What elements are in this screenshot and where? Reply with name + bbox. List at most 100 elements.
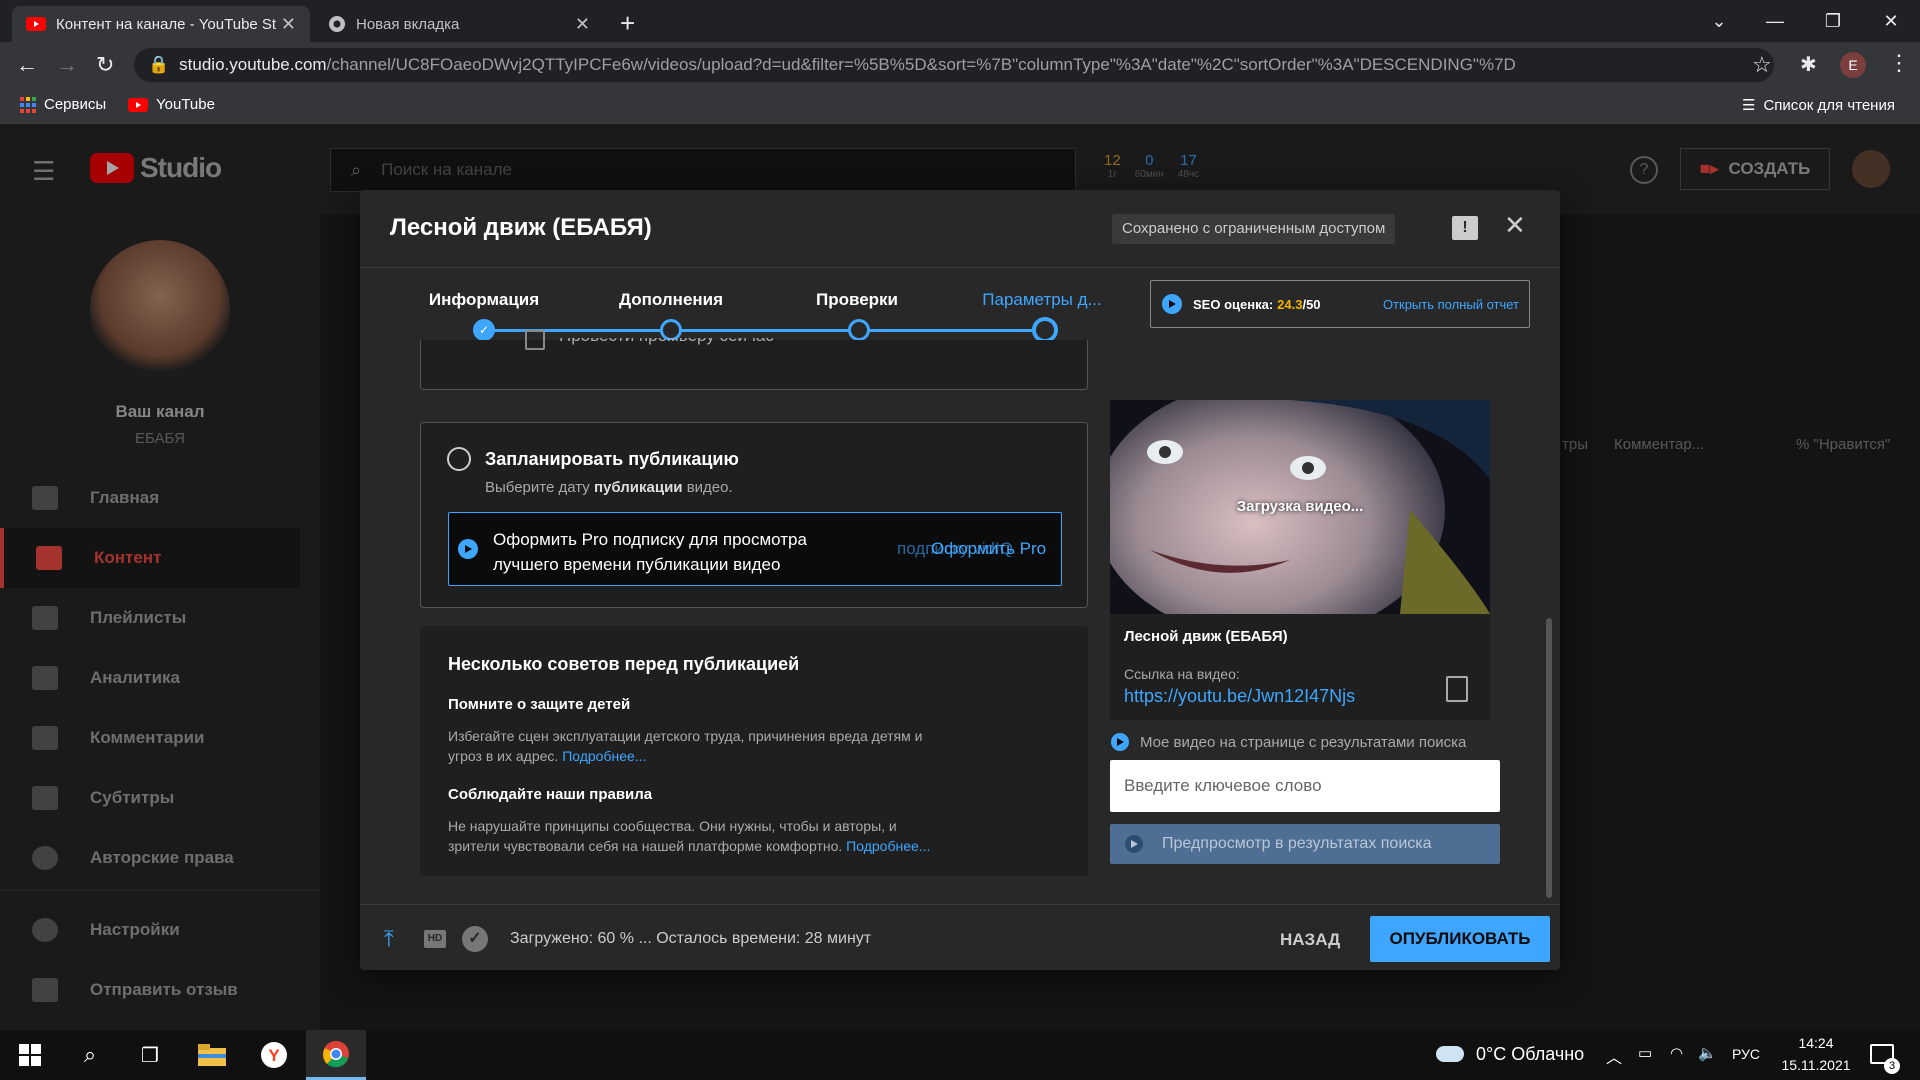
step-dot[interactable] bbox=[660, 319, 682, 341]
pro-banner-line: Оформить Pro подписку для просмотра bbox=[493, 530, 807, 549]
tab-new-tab[interactable]: Новая вкладка ✕ bbox=[314, 6, 604, 42]
tab-search-icon[interactable]: ⌄ bbox=[1694, 6, 1744, 36]
pro-subscribe-link[interactable]: Оформить Pro bbox=[931, 539, 1046, 559]
clock-date[interactable]: 15.11.2021 bbox=[1770, 1057, 1862, 1073]
step-dot[interactable] bbox=[848, 319, 870, 341]
windows-start-icon[interactable] bbox=[0, 1030, 60, 1080]
tip-title: Помните о защите детей bbox=[448, 696, 631, 713]
close-window-button[interactable]: ✕ bbox=[1866, 6, 1916, 36]
tip-title: Соблюдайте наши правила bbox=[448, 786, 653, 803]
clock-time[interactable]: 14:24 bbox=[1776, 1035, 1856, 1051]
close-icon[interactable]: ✕ bbox=[1504, 210, 1526, 241]
step-done-check-icon[interactable]: ✓ bbox=[473, 319, 495, 341]
weather-text[interactable]: 0°C Облачно bbox=[1476, 1044, 1584, 1065]
publish-button[interactable]: ОПУБЛИКОВАТЬ bbox=[1370, 916, 1550, 962]
saved-status-badge: Сохранено с ограниченным доступом bbox=[1112, 214, 1396, 244]
premiere-card: Провести премьеру сейчас bbox=[420, 330, 1088, 390]
chrome-favicon-icon bbox=[328, 15, 346, 33]
menu-kebab-icon[interactable]: ⋮ bbox=[1888, 50, 1910, 76]
vidiq-icon bbox=[1124, 834, 1144, 854]
language-indicator[interactable]: РУС bbox=[1732, 1046, 1760, 1062]
search-icon[interactable]: ⌕ bbox=[60, 1030, 120, 1080]
bookmark-services[interactable]: Сервисы bbox=[20, 96, 106, 113]
chrome-icon[interactable] bbox=[306, 1030, 366, 1080]
seo-report-link[interactable]: Открыть полный отчет bbox=[1383, 297, 1519, 312]
close-tab-icon[interactable]: ✕ bbox=[281, 14, 296, 35]
pro-banner-line: лучшего времени публикации видео bbox=[493, 555, 781, 574]
tray-chevron-icon[interactable]: ︿ bbox=[1606, 1044, 1622, 1068]
preview-search-button[interactable]: Предпросмотр в результатах поиска bbox=[1110, 824, 1500, 864]
step-details[interactable]: Информация bbox=[394, 290, 574, 310]
seo-label: SEO оценка: bbox=[1193, 296, 1274, 312]
copy-icon[interactable] bbox=[1446, 676, 1468, 702]
feedback-icon[interactable]: ! bbox=[1452, 216, 1478, 240]
close-tab-icon[interactable]: ✕ bbox=[575, 14, 590, 35]
reading-list-icon: ☰ bbox=[1742, 97, 1756, 114]
seo-max: /50 bbox=[1302, 296, 1321, 312]
reading-list-button[interactable]: ☰ Список для чтения bbox=[1742, 96, 1895, 115]
reading-list-label: Список для чтения bbox=[1763, 96, 1895, 114]
tab-title: Новая вкладка bbox=[356, 15, 460, 33]
task-view-icon[interactable]: ❐ bbox=[120, 1030, 180, 1080]
wifi-icon[interactable]: ◠ bbox=[1670, 1044, 1683, 1062]
upload-icon: ⤒ bbox=[384, 926, 394, 951]
profile-avatar[interactable]: E bbox=[1840, 52, 1866, 78]
dialog-scrollbar[interactable] bbox=[1546, 618, 1552, 898]
url-host: studio.youtube.com bbox=[179, 55, 327, 74]
loading-text: Загрузка видео... bbox=[1236, 498, 1364, 515]
file-explorer-icon[interactable] bbox=[182, 1030, 242, 1080]
stepper-line bbox=[484, 329, 1048, 332]
tip-text-line: угроз в их адрес. bbox=[448, 748, 559, 764]
video-preview-card: Загрузка видео... Лесной движ (ЕБАБЯ) Сс… bbox=[1110, 400, 1490, 720]
checks-done-icon: ✓ bbox=[462, 926, 488, 952]
notification-count-badge: 3 bbox=[1884, 1058, 1900, 1074]
video-thumbnail: Загрузка видео... bbox=[1110, 400, 1490, 614]
vidiq-icon bbox=[457, 538, 479, 560]
schedule-radio[interactable] bbox=[447, 447, 471, 471]
seo-score-box: SEO оценка: 24.3 /50 Открыть полный отче… bbox=[1150, 280, 1530, 328]
step-visibility[interactable]: Параметры д... bbox=[952, 290, 1132, 310]
video-link[interactable]: https://youtu.be/Jwn12I47Njs bbox=[1124, 686, 1355, 707]
reload-icon[interactable]: ↻ bbox=[96, 52, 114, 78]
tip-text: Избегайте сцен эксплуатации детского тру… bbox=[448, 726, 922, 766]
forward-icon[interactable]: → bbox=[56, 52, 78, 78]
upload-status: Загружено: 60 % ... Осталось времени: 28… bbox=[510, 930, 872, 947]
battery-icon[interactable]: ▭ bbox=[1638, 1044, 1652, 1062]
extensions-icon[interactable]: ✱ bbox=[1800, 52, 1817, 77]
bookmarks-bar bbox=[0, 88, 1920, 124]
back-icon[interactable]: ← bbox=[16, 52, 38, 78]
vidiq-icon bbox=[1110, 732, 1130, 752]
keyword-input[interactable]: Введите ключевое слово bbox=[1110, 760, 1500, 812]
address-bar[interactable]: 🔒 studio.youtube.com /channel/UC8FOaeoDW… bbox=[134, 48, 1774, 82]
tip-text: Не нарушайте принципы сообщества. Они ну… bbox=[448, 816, 930, 856]
minimize-button[interactable]: — bbox=[1750, 6, 1800, 36]
step-checks[interactable]: Проверки bbox=[767, 290, 947, 310]
url-path: /channel/UC8FOaeoDWvj2QTTyIPCFe6w/videos… bbox=[326, 55, 1516, 74]
tips-heading: Несколько советов перед публикацией bbox=[448, 654, 800, 674]
bookmark-youtube[interactable]: YouTube bbox=[128, 96, 215, 113]
vidiq-pro-banner: Оформить Pro подписку для просмотра лучш… bbox=[448, 512, 1062, 586]
dialog-title: Лесной движ (ЕБАБЯ) bbox=[390, 214, 652, 241]
learn-more-link[interactable]: Подробнее... bbox=[562, 748, 646, 764]
search-result-label: Мое видео на странице с результатами пои… bbox=[1140, 733, 1467, 751]
volume-icon[interactable]: 🔈 bbox=[1698, 1044, 1717, 1062]
yandex-browser-icon[interactable]: Y bbox=[244, 1030, 304, 1080]
seo-score: 24.3 bbox=[1277, 296, 1303, 312]
premiere-checkbox[interactable] bbox=[525, 330, 545, 350]
tips-card: Несколько советов перед публикацией Помн… bbox=[420, 626, 1088, 876]
bookmark-label: Сервисы bbox=[44, 96, 107, 113]
back-button[interactable]: НАЗАД bbox=[1280, 930, 1340, 950]
tip-text-line: зрители чувствовали себя на нашей платфо… bbox=[448, 838, 843, 854]
step-elements[interactable]: Дополнения bbox=[581, 290, 761, 310]
new-tab-button[interactable]: + bbox=[620, 8, 635, 39]
tip-text-line: Не нарушайте принципы сообщества. Они ну… bbox=[448, 818, 897, 834]
youtube-icon bbox=[128, 97, 148, 112]
search-result-row: Мое видео на странице с результатами пои… bbox=[1110, 732, 1466, 752]
lock-icon: 🔒 bbox=[148, 55, 170, 74]
learn-more-link[interactable]: Подробнее... bbox=[846, 838, 930, 854]
schedule-subtitle-text: Выберите дату bbox=[485, 479, 594, 496]
tab-youtube-studio[interactable]: Контент на канале - YouTube St ✕ bbox=[12, 6, 310, 42]
bookmark-star-icon[interactable]: ☆ bbox=[1752, 52, 1772, 78]
restore-button[interactable]: ❐ bbox=[1808, 6, 1858, 36]
hd-icon: HD bbox=[424, 930, 446, 948]
